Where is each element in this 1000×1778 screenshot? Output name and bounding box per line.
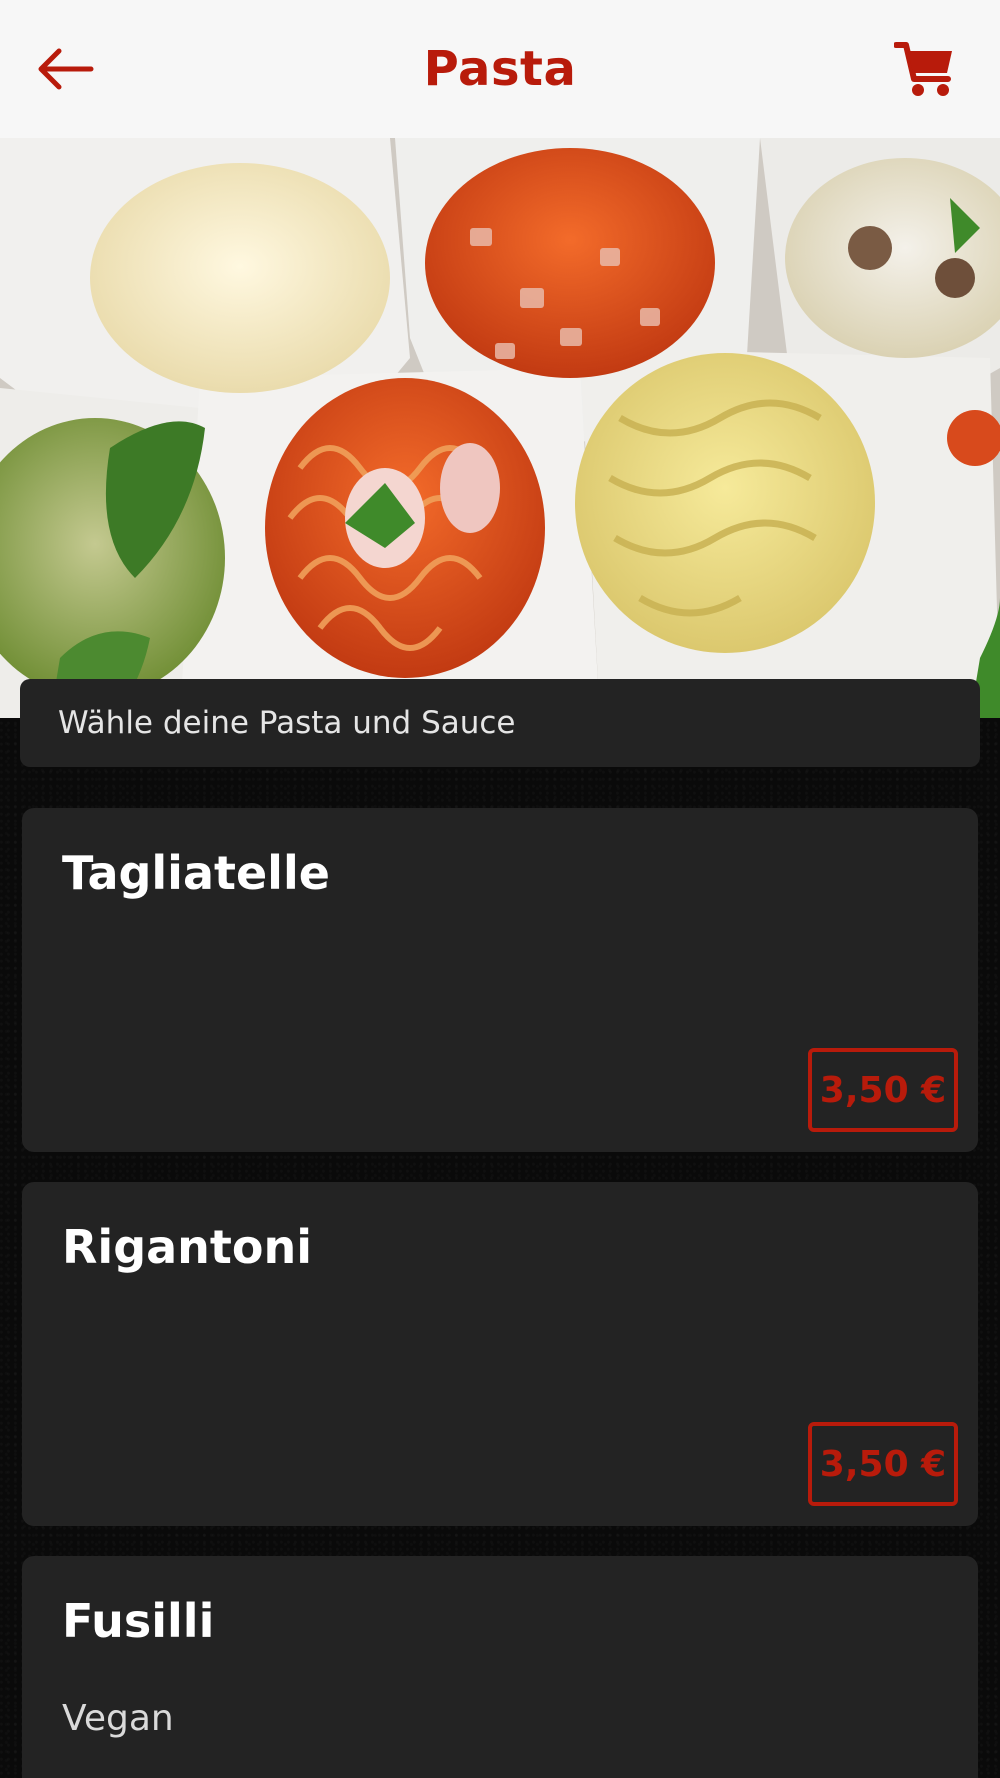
page-title: Pasta — [423, 41, 577, 97]
cart-button[interactable] — [890, 34, 960, 104]
category-subtitle: Wähle deine Pasta und Sauce — [20, 679, 980, 767]
menu-item-name: Rigantoni — [62, 1220, 313, 1274]
shopping-cart-icon — [894, 42, 952, 96]
menu-item-card[interactable]: Fusilli Vegan — [22, 1556, 978, 1778]
hero-image — [0, 138, 1000, 718]
subtitle-text: Wähle deine Pasta und Sauce — [58, 705, 516, 741]
menu-item-name: Fusilli — [62, 1594, 215, 1648]
menu-item-card[interactable]: Tagliatelle 3,50 € — [22, 808, 978, 1152]
app-screen: Pasta Wähle deine Pasta und Sauce Taglia… — [0, 0, 1000, 1778]
price-button[interactable]: 3,50 € — [808, 1048, 958, 1132]
top-bar: Pasta — [0, 0, 1000, 138]
menu-item-card[interactable]: Rigantoni 3,50 € — [22, 1182, 978, 1526]
menu-item-description: Vegan — [62, 1698, 174, 1739]
back-button[interactable] — [30, 36, 100, 102]
price-button[interactable]: 3,50 € — [808, 1422, 958, 1506]
pasta-boxes-illustration — [0, 138, 1000, 718]
arrow-left-icon — [38, 48, 94, 90]
menu-item-name: Tagliatelle — [62, 846, 330, 900]
